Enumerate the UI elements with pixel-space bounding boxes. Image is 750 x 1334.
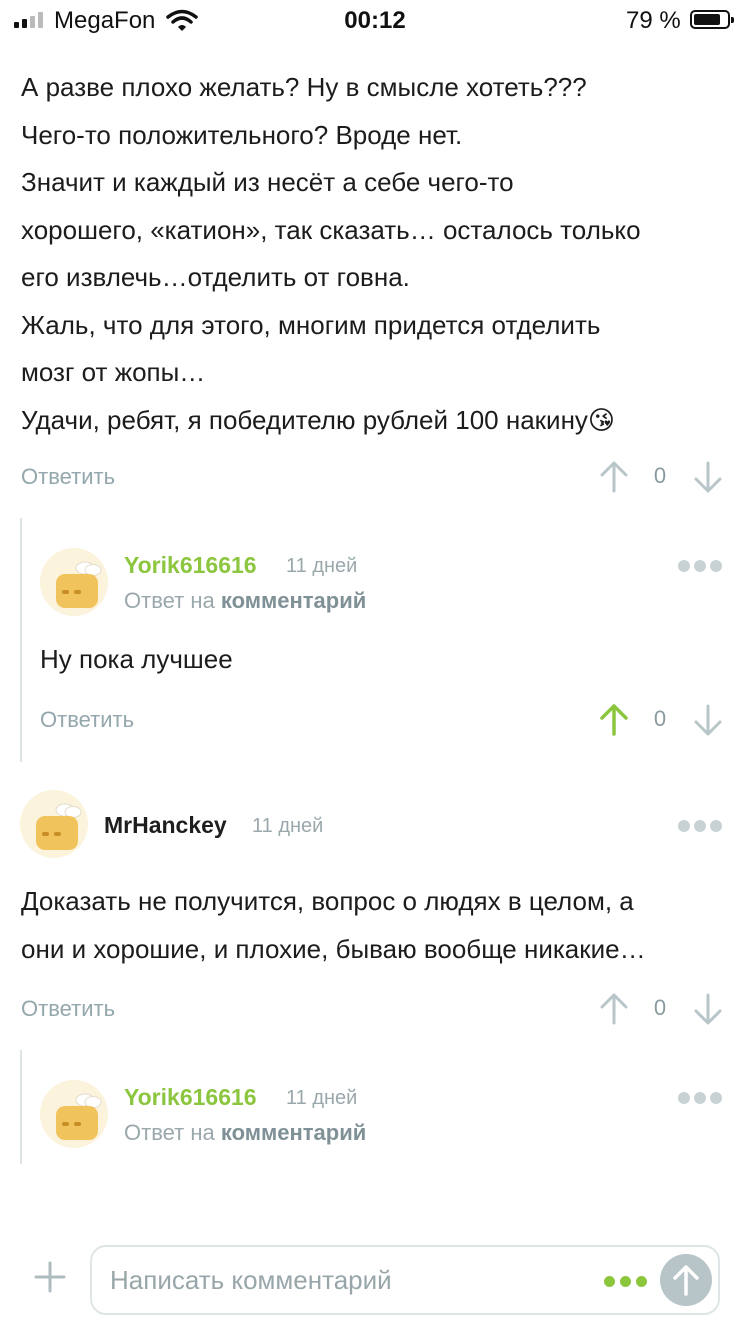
comment-date: 11 дней [286, 555, 358, 577]
comment-text: А разве плохо желать? Ну в смысле хотеть… [21, 72, 641, 435]
vote-count: 0 [653, 706, 667, 731]
toaster-avatar-icon [40, 1080, 108, 1148]
comment-composer: Написать комментарий [0, 1232, 750, 1334]
thread-line [20, 518, 22, 762]
more-options-icon[interactable] [678, 820, 722, 832]
thread-line [20, 1050, 22, 1164]
arrow-up-icon [673, 1265, 699, 1296]
upvote-arrow-icon[interactable] [596, 459, 632, 495]
reply-button[interactable]: Ответить [40, 707, 134, 733]
comment-author[interactable]: MrHanckey [104, 812, 227, 839]
comment-text: Ну пока лучшее [40, 644, 233, 674]
vote-count: 0 [653, 995, 667, 1020]
comment-input-placeholder: Написать комментарий [110, 1265, 392, 1295]
upvote-arrow-icon[interactable] [596, 702, 632, 738]
reply-to-label: Ответ на комментарий [124, 1120, 367, 1145]
reply-button[interactable]: Ответить [21, 464, 115, 490]
downvote-arrow-icon[interactable] [690, 702, 726, 738]
comment-text: Доказать не получится, вопрос о людях в … [21, 886, 646, 964]
comment-date: 11 дней [252, 815, 324, 837]
vote-count: 0 [653, 463, 667, 488]
more-options-icon[interactable] [678, 560, 722, 572]
vote-controls: 0 [596, 989, 736, 1029]
comment-date: 11 дней [286, 1087, 358, 1109]
avatar[interactable] [40, 548, 108, 616]
reply-to-label: Ответ на комментарий [124, 588, 367, 613]
send-button[interactable] [660, 1254, 712, 1306]
status-bar: MegaFon 00:12 79 % [0, 0, 750, 42]
reply-to-link[interactable]: комментарий [221, 588, 366, 613]
toaster-avatar-icon [40, 548, 108, 616]
comment-author[interactable]: Yorik616616 [124, 552, 257, 579]
avatar[interactable] [40, 1080, 108, 1148]
avatar[interactable] [20, 790, 88, 858]
reply-to-link[interactable]: комментарий [221, 1120, 366, 1145]
battery-percent: 79 % [626, 7, 681, 34]
battery-icon [690, 10, 734, 29]
plus-icon[interactable] [30, 1257, 70, 1297]
downvote-arrow-icon[interactable] [690, 459, 726, 495]
comment-input[interactable]: Написать комментарий [90, 1245, 720, 1315]
more-options-icon[interactable] [678, 1092, 722, 1104]
vote-controls: 0 [596, 700, 736, 740]
vote-controls: 0 [596, 457, 736, 497]
downvote-arrow-icon[interactable] [690, 991, 726, 1027]
options-dots-icon[interactable] [604, 1276, 648, 1288]
toaster-avatar-icon [20, 790, 88, 858]
upvote-arrow-icon[interactable] [596, 991, 632, 1027]
reply-button[interactable]: Ответить [21, 996, 115, 1022]
comment-author[interactable]: Yorik616616 [124, 1084, 257, 1111]
